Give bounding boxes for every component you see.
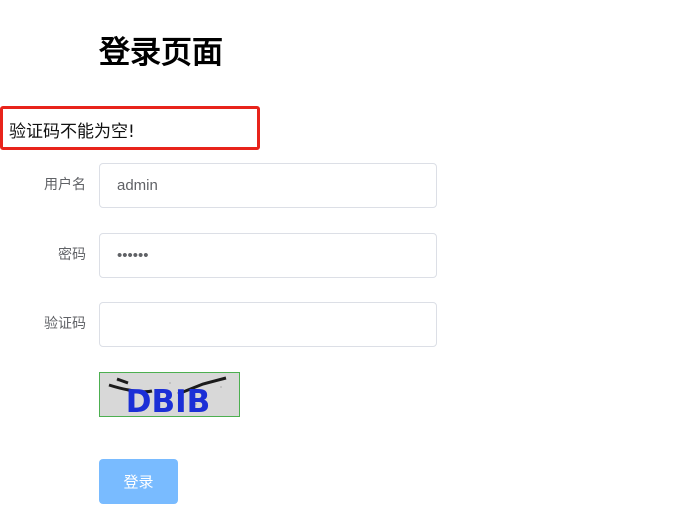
username-input[interactable] (99, 163, 437, 208)
login-button[interactable]: 登录 (99, 459, 178, 504)
username-label: 用户名 (44, 177, 86, 193)
captcha-graphic: DBIB (100, 373, 239, 416)
page-title: 登录页面 (99, 35, 223, 71)
captcha-label: 验证码 (44, 316, 86, 332)
password-input[interactable] (99, 233, 437, 278)
captcha-text: DBIB (126, 384, 211, 416)
captcha-image[interactable]: DBIB (99, 372, 240, 417)
captcha-input[interactable] (99, 302, 437, 347)
error-message: 验证码不能为空! (9, 122, 135, 142)
password-label: 密码 (58, 247, 86, 263)
